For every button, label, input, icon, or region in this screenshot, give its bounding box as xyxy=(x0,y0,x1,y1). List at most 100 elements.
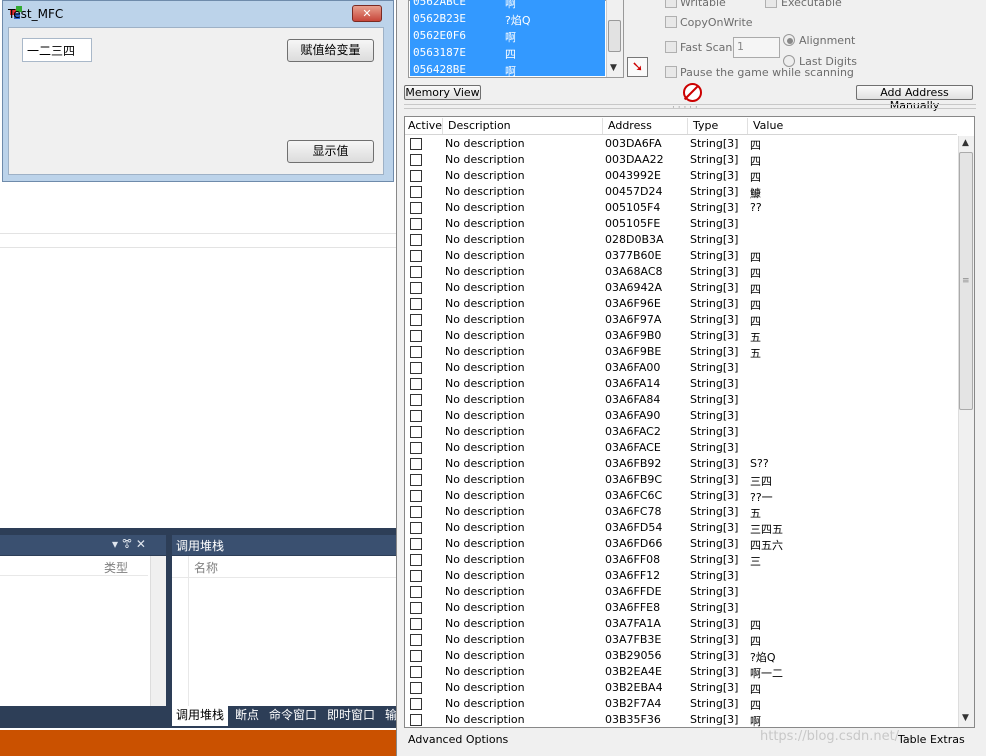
table-row[interactable]: No description 03A6F9B0 String[3] 五 xyxy=(405,328,957,344)
row-address[interactable]: 03A6FC78 xyxy=(605,505,662,518)
active-checkbox[interactable] xyxy=(410,394,422,406)
table-row[interactable]: No description 03B29056 String[3] ?焰Q xyxy=(405,648,957,664)
row-description[interactable]: No description xyxy=(445,233,525,246)
row-description[interactable]: No description xyxy=(445,409,525,422)
row-value[interactable]: 四 xyxy=(750,697,761,713)
row-address[interactable]: 03A6F96E xyxy=(605,297,661,310)
row-address[interactable]: 03A6FD66 xyxy=(605,537,662,550)
active-checkbox[interactable] xyxy=(410,378,422,390)
column-address[interactable]: Address xyxy=(608,119,652,132)
row-type[interactable]: String[3] xyxy=(690,425,738,438)
table-row[interactable]: No description 03A6FA90 String[3] xyxy=(405,408,957,424)
panel-controls[interactable]: ▾ ꔅ ✕ xyxy=(112,537,146,552)
found-list-item[interactable]: 0562E0F6 啊 xyxy=(413,29,603,46)
row-value[interactable]: 四 xyxy=(750,169,761,185)
advanced-options-link[interactable]: Advanced Options xyxy=(408,733,508,746)
row-type[interactable]: String[3] xyxy=(690,505,738,518)
row-description[interactable]: No description xyxy=(445,345,525,358)
row-address[interactable]: 03A7FA1A xyxy=(605,617,661,630)
row-address[interactable]: 005105F4 xyxy=(605,201,660,214)
row-description[interactable]: No description xyxy=(445,137,525,150)
row-value[interactable]: 三四五 xyxy=(750,521,783,537)
table-row[interactable]: No description 03A6FB92 String[3] S?? xyxy=(405,456,957,472)
row-value[interactable]: 四 xyxy=(750,249,761,265)
row-description[interactable]: No description xyxy=(445,249,525,262)
active-checkbox[interactable] xyxy=(410,346,422,358)
table-row[interactable]: No description 005105FE String[3] xyxy=(405,216,957,232)
found-list-item[interactable]: 0562ABCE 啊 xyxy=(413,0,603,12)
table-row[interactable]: No description 03B35F36 String[3] 啊 xyxy=(405,712,957,728)
fast-scan-checkbox[interactable] xyxy=(665,41,677,53)
active-checkbox[interactable] xyxy=(410,634,422,646)
memory-view-button[interactable]: Memory View xyxy=(404,85,481,100)
row-address[interactable]: 03A6FA14 xyxy=(605,377,660,390)
row-type[interactable]: String[3] xyxy=(690,265,738,278)
found-list-item[interactable]: 0562B23E ?焰Q xyxy=(413,12,603,29)
row-description[interactable]: No description xyxy=(445,617,525,630)
row-description[interactable]: No description xyxy=(445,169,525,182)
writable-checkbox[interactable] xyxy=(665,0,677,8)
active-checkbox[interactable] xyxy=(410,714,422,726)
row-value[interactable]: 啊 xyxy=(750,713,761,729)
row-description[interactable]: No description xyxy=(445,313,525,326)
scroll-thumb[interactable] xyxy=(608,20,621,52)
row-type[interactable]: String[3] xyxy=(690,201,738,214)
table-row[interactable]: No description 03A6FF12 String[3] xyxy=(405,568,957,584)
row-type[interactable]: String[3] xyxy=(690,393,738,406)
row-value[interactable]: ?焰Q xyxy=(750,649,776,665)
active-checkbox[interactable] xyxy=(410,298,422,310)
row-description[interactable]: No description xyxy=(445,649,525,662)
row-address[interactable]: 03A6F97A xyxy=(605,313,661,326)
row-description[interactable]: No description xyxy=(445,697,525,710)
active-checkbox[interactable] xyxy=(410,362,422,374)
active-checkbox[interactable] xyxy=(410,698,422,710)
row-address[interactable]: 03A6FF12 xyxy=(605,569,660,582)
table-row[interactable]: No description 003DAA22 String[3] 四 xyxy=(405,152,957,168)
active-checkbox[interactable] xyxy=(410,538,422,550)
row-description[interactable]: No description xyxy=(445,457,525,470)
table-row[interactable]: No description 003DA6FA String[3] 四 xyxy=(405,136,957,152)
row-address[interactable]: 03A6F9BE xyxy=(605,345,661,358)
row-type[interactable]: String[3] xyxy=(690,617,738,630)
row-address[interactable]: 03A6FFDE xyxy=(605,585,662,598)
row-address[interactable]: 03A6F9B0 xyxy=(605,329,661,342)
tab-call-stack[interactable]: 调用堆栈 xyxy=(172,706,229,726)
row-description[interactable]: No description xyxy=(445,185,525,198)
active-checkbox[interactable] xyxy=(410,250,422,262)
row-type[interactable]: String[3] xyxy=(690,153,738,166)
column-type[interactable]: Type xyxy=(693,119,718,132)
row-value[interactable]: 四 xyxy=(750,297,761,313)
copy-on-write-checkbox[interactable] xyxy=(665,16,677,28)
table-row[interactable]: No description 03A68AC8 String[3] 四 xyxy=(405,264,957,280)
row-address[interactable]: 03B2EA4E xyxy=(605,665,662,678)
row-description[interactable]: No description xyxy=(445,505,525,518)
row-type[interactable]: String[3] xyxy=(690,345,738,358)
active-checkbox[interactable] xyxy=(410,138,422,150)
row-value[interactable]: 四 xyxy=(750,137,761,153)
row-address[interactable]: 03A6FFE8 xyxy=(605,601,660,614)
row-address[interactable]: 03A6FAC2 xyxy=(605,425,661,438)
table-row[interactable]: No description 03A6FA00 String[3] xyxy=(405,360,957,376)
row-value[interactable]: 四五六 xyxy=(750,537,783,553)
row-type[interactable]: String[3] xyxy=(690,281,738,294)
row-description[interactable]: No description xyxy=(445,265,525,278)
active-checkbox[interactable] xyxy=(410,170,422,182)
row-value[interactable]: 四 xyxy=(750,153,761,169)
active-checkbox[interactable] xyxy=(410,154,422,166)
tab-breakpoints[interactable]: 断点 xyxy=(231,706,263,726)
row-value[interactable]: 鱇 xyxy=(750,185,761,201)
row-description[interactable]: No description xyxy=(445,713,525,726)
row-address[interactable]: 03B2EBA4 xyxy=(605,681,663,694)
active-checkbox[interactable] xyxy=(410,490,422,502)
row-address[interactable]: 00457D24 xyxy=(605,185,662,198)
row-type[interactable]: String[3] xyxy=(690,697,738,710)
row-address[interactable]: 03A6FB9C xyxy=(605,473,662,486)
active-checkbox[interactable] xyxy=(410,586,422,598)
row-address[interactable]: 03A6FA90 xyxy=(605,409,660,422)
executable-checkbox[interactable] xyxy=(765,0,777,8)
row-description[interactable]: No description xyxy=(445,377,525,390)
active-checkbox[interactable] xyxy=(410,554,422,566)
row-address[interactable]: 028D0B3A xyxy=(605,233,664,246)
row-type[interactable]: String[3] xyxy=(690,297,738,310)
row-type[interactable]: String[3] xyxy=(690,233,738,246)
